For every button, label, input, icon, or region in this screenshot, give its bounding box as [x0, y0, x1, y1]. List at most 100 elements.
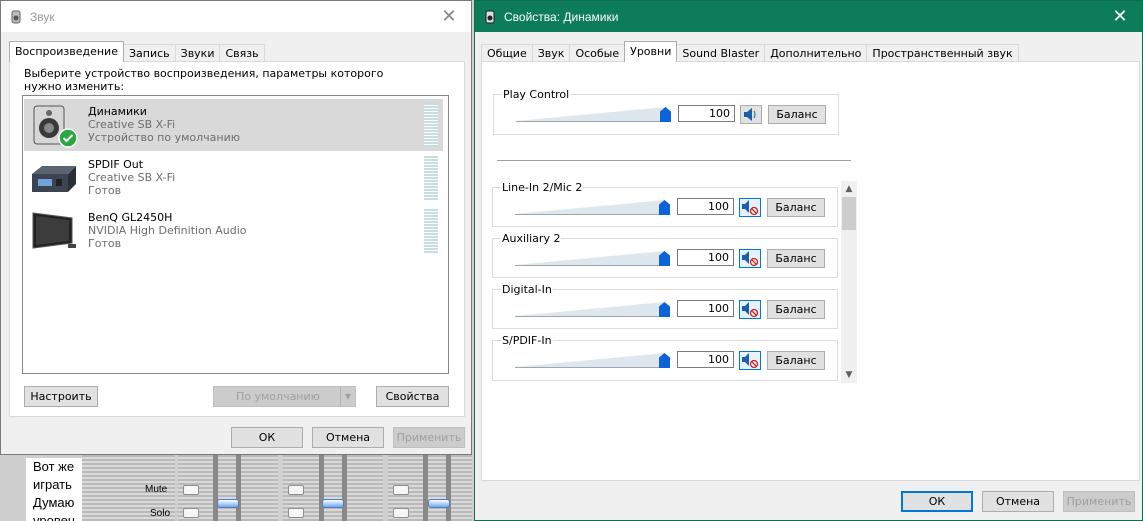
- device-driver: Creative SB X-Fi: [88, 171, 176, 184]
- apply-button[interactable]: Применить: [1063, 491, 1135, 512]
- level-group-spdif-in: S/PDIF-In 100 Баланс: [492, 334, 838, 381]
- mixer-solo-button[interactable]: [183, 508, 199, 518]
- mixer-fader-knob[interactable]: [217, 499, 239, 508]
- cancel-button[interactable]: Отмена: [312, 427, 384, 448]
- level-meter: [424, 156, 438, 200]
- properties-tabs: Общие Звук Особые Уровни Sound Blaster Д…: [481, 41, 1019, 62]
- speaker-muted-icon[interactable]: [739, 351, 761, 370]
- mixer-solo-label: Solo: [150, 508, 171, 519]
- device-name: SPDIF Out: [88, 158, 144, 171]
- balance-button[interactable]: Баланс: [768, 105, 826, 124]
- configure-button[interactable]: Настроить: [24, 386, 98, 407]
- volume-value[interactable]: 100: [677, 351, 734, 368]
- sound-tabs: Воспроизведение Запись Звуки Связь: [9, 41, 265, 62]
- level-label: S/PDIF-In: [501, 334, 553, 347]
- volume-value[interactable]: 100: [677, 249, 734, 266]
- mixer-fader-track: [236, 455, 241, 521]
- list-item-benq-monitor[interactable]: BenQ GL2450H NVIDIA High Definition Audi…: [24, 205, 443, 257]
- level-group-auxiliary-2: Auxiliary 2 100 Баланс: [492, 232, 838, 278]
- set-default-label: По умолчанию: [236, 390, 320, 403]
- tab-enhancements[interactable]: Особые: [569, 44, 626, 62]
- level-label: Digital-In: [501, 283, 553, 296]
- mixer-fader-knob[interactable]: [322, 499, 344, 508]
- mixer-mute-button[interactable]: [183, 485, 199, 495]
- level-label: Play Control: [502, 88, 571, 101]
- volume-slider-track[interactable]: [515, 352, 665, 368]
- volume-value[interactable]: 100: [677, 198, 734, 215]
- mixer-fader-track: [446, 455, 451, 521]
- tab-recording[interactable]: Запись: [122, 44, 176, 62]
- ok-button[interactable]: ОК: [901, 491, 973, 512]
- tab-spatial-sound[interactable]: Пространственный звук: [866, 44, 1019, 62]
- mixer-fader-knob[interactable]: [428, 499, 450, 508]
- tab-communications[interactable]: Связь: [219, 44, 265, 62]
- level-label: Auxiliary 2: [501, 232, 562, 245]
- speaker-muted-icon[interactable]: [739, 198, 761, 217]
- level-meter: [424, 103, 438, 147]
- speaker-icon[interactable]: [740, 105, 762, 124]
- chevron-up-icon[interactable]: ▲: [841, 181, 857, 197]
- mixer-fader-track: [319, 455, 324, 521]
- device-status: Готов: [88, 184, 122, 197]
- background-text-line: Вот же: [33, 459, 75, 474]
- tab-sound[interactable]: Звук: [531, 44, 571, 62]
- balance-button[interactable]: Баланс: [767, 300, 825, 319]
- spdif-device-icon: [32, 166, 76, 192]
- device-list: Динамики Creative SB X-Fi Устройство по …: [22, 95, 449, 374]
- cancel-button[interactable]: Отмена: [982, 491, 1054, 512]
- speaker-muted-icon[interactable]: [739, 300, 761, 319]
- volume-value[interactable]: 100: [677, 300, 734, 317]
- speaker-app-icon: [9, 10, 23, 24]
- device-name: Динамики: [88, 105, 147, 118]
- device-driver: NVIDIA High Definition Audio: [88, 224, 247, 237]
- tab-sound-blaster[interactable]: Sound Blaster: [676, 44, 766, 62]
- levels-scrollbar[interactable]: ▲ ▼: [841, 181, 857, 383]
- tab-general[interactable]: Общие: [481, 44, 533, 62]
- balance-button[interactable]: Баланс: [767, 198, 825, 217]
- ok-button[interactable]: ОК: [231, 427, 303, 448]
- mixer-fader-track: [423, 455, 428, 521]
- volume-slider-track[interactable]: [515, 250, 665, 266]
- scrollbar-thumb[interactable]: [842, 197, 856, 230]
- set-default-button[interactable]: По умолчанию ▼: [213, 386, 356, 407]
- volume-slider-track[interactable]: [516, 106, 666, 122]
- chevron-down-icon[interactable]: ▼: [340, 387, 355, 406]
- level-group-play-control: Play Control 100 Баланс: [493, 88, 839, 135]
- volume-slider-track[interactable]: [515, 301, 665, 317]
- speaker-muted-icon[interactable]: [739, 249, 761, 268]
- tab-sounds[interactable]: Звуки: [174, 44, 221, 62]
- list-item-spdif-out[interactable]: SPDIF Out Creative SB X-Fi Готов: [24, 152, 443, 204]
- speaker-device-icon: [33, 105, 78, 148]
- sound-window-title: Звук: [30, 9, 55, 24]
- tab-advanced[interactable]: Дополнительно: [764, 44, 868, 62]
- sound-title-bar: Звук ✕: [1, 1, 471, 32]
- level-meter: [424, 209, 438, 253]
- tab-playback[interactable]: Воспроизведение: [9, 41, 124, 62]
- volume-slider-track[interactable]: [515, 199, 665, 215]
- mixer-mute-button[interactable]: [393, 485, 409, 495]
- mixer-solo-button[interactable]: [393, 508, 409, 518]
- tab-levels[interactable]: Уровни: [624, 41, 678, 62]
- close-icon[interactable]: ✕: [427, 1, 471, 32]
- mixer-solo-button[interactable]: [288, 508, 304, 518]
- volume-value[interactable]: 100: [678, 105, 735, 122]
- mixer-fader-track: [342, 455, 347, 521]
- properties-button[interactable]: Свойства: [376, 386, 449, 407]
- balance-button[interactable]: Баланс: [767, 249, 825, 268]
- close-icon[interactable]: ✕: [1098, 1, 1142, 32]
- device-name: BenQ GL2450H: [88, 211, 173, 224]
- chevron-down-icon[interactable]: ▼: [841, 367, 857, 383]
- device-status: Устройство по умолчанию: [88, 131, 241, 144]
- balance-button[interactable]: Баланс: [767, 351, 825, 370]
- list-item-speakers[interactable]: Динамики Creative SB X-Fi Устройство по …: [24, 99, 443, 151]
- mixer-mute-button[interactable]: [288, 485, 304, 495]
- level-label: Line-In 2/Mic 2: [501, 181, 584, 194]
- device-status: Готов: [88, 237, 122, 250]
- properties-title-bar: Свойства: Динамики ✕: [475, 1, 1142, 32]
- background-text-line: играть: [33, 477, 72, 492]
- apply-button[interactable]: Применить: [393, 427, 465, 448]
- separator: [497, 160, 851, 161]
- speaker-properties-window: Свойства: Динамики ✕ Общие Звук Особые У…: [474, 0, 1143, 521]
- background-text-area: Вот же играть Думаю уровен: [26, 458, 82, 521]
- level-group-digital-in: Digital-In 100 Баланс: [492, 283, 838, 329]
